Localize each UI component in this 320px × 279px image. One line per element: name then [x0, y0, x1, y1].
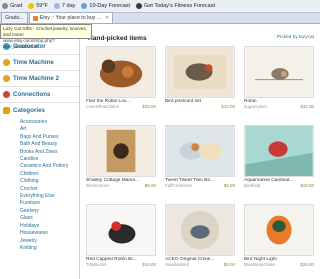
- item-price: $9.00: [144, 183, 156, 188]
- main-content: Hand-picked items Picked by lazycat Flai…: [82, 24, 320, 279]
- close-icon[interactable]: ✕: [105, 15, 109, 21]
- item-shop[interactable]: sugarsyken: [244, 104, 267, 109]
- temperature-label: 59°F: [36, 3, 48, 9]
- tooltip-url: www.etsy.com/shop.php?user_id=5944747: [3, 38, 55, 49]
- clock-icon: [3, 59, 10, 66]
- item-card[interactable]: Shabby Cottage Mama... Bloomstons $9.00: [86, 125, 156, 195]
- category-link[interactable]: Art: [20, 126, 79, 133]
- runner-icon: [136, 3, 143, 9]
- item-price: $16.00: [142, 262, 156, 267]
- item-price: $8.00: [223, 262, 235, 267]
- sidebar-item-categories[interactable]: Categories: [0, 103, 79, 118]
- sidebar-item-label: Connections: [13, 91, 51, 98]
- folder-icon: [3, 107, 10, 114]
- tab-label: Gradu...: [5, 15, 24, 21]
- item-image[interactable]: [165, 125, 235, 177]
- category-link[interactable]: Bags And Purses: [20, 134, 79, 141]
- tab-label: Etsy :: Your place to buy ...: [39, 15, 102, 21]
- item-shop[interactable]: Birdfield: [244, 183, 260, 188]
- item-price: $28.00: [142, 104, 156, 109]
- category-link[interactable]: Housewares: [20, 230, 79, 237]
- item-card[interactable]: Tweet Tweet Twin Bir... FaffCreations $9.…: [165, 125, 235, 195]
- item-shop[interactable]: TillyBooks: [86, 262, 106, 267]
- category-link[interactable]: Holidays: [20, 223, 79, 230]
- heart-icon: [3, 91, 10, 98]
- tab-graduation[interactable]: Gradu...: [1, 12, 28, 23]
- weather-forecast-item[interactable]: 7 day: [53, 3, 76, 9]
- item-shop[interactable]: FaffCreations: [165, 183, 192, 188]
- item-card[interactable]: Aquamarine Cardinal... Birdfield $18.00: [244, 125, 314, 195]
- item-shop[interactable]: BlueBaneGlass: [244, 262, 275, 267]
- sidebar-item-label: Categories: [13, 107, 45, 114]
- category-link[interactable]: Candles: [20, 156, 79, 163]
- category-list: Accessories Art Bags And Purses Bath And…: [0, 118, 79, 252]
- item-shop[interactable]: Bloomstons: [86, 183, 110, 188]
- item-image[interactable]: [244, 125, 314, 177]
- toolbar-item[interactable]: Grad: [2, 3, 22, 9]
- weather-item[interactable]: 59°F: [28, 3, 48, 9]
- item-image[interactable]: [165, 46, 235, 98]
- sidebar-item-connections[interactable]: Connections: [0, 87, 79, 103]
- item-image[interactable]: [244, 46, 314, 98]
- item-image[interactable]: [86, 204, 156, 256]
- sidebar-item-time-machine-2[interactable]: Time Machine 2: [0, 71, 79, 87]
- item-image[interactable]: [165, 204, 235, 256]
- item-price: $28.00: [300, 262, 314, 267]
- item-card[interactable]: Bird postcard set $12.00: [165, 46, 235, 116]
- category-link[interactable]: Everything Else: [20, 193, 79, 200]
- tab-bar: Gradu... Etsy :: Your place to buy ... ✕: [0, 12, 320, 24]
- category-link[interactable]: Geekery: [20, 208, 79, 215]
- item-card[interactable]: Bird Night Light BlueBaneGlass $28.00: [244, 204, 314, 274]
- toolbar-label: Grad: [10, 3, 23, 9]
- fitness-forecast-item[interactable]: Get Today's Fitness Forecast: [136, 3, 215, 9]
- item-card[interactable]: ACEO Original Chine... Swallowbird $8.00: [165, 204, 235, 274]
- clock-icon: [3, 75, 10, 82]
- item-shop[interactable]: Swallowbird: [165, 262, 189, 267]
- item-price: $32.00: [300, 104, 314, 109]
- picked-by-link[interactable]: Picked by lazycat: [277, 35, 314, 42]
- tab-etsy[interactable]: Etsy :: Your place to buy ... ✕: [28, 12, 114, 23]
- item-card[interactable]: Red Capped Robin Br... TillyBooks $16.00: [86, 204, 156, 274]
- category-link[interactable]: Ceramics And Pottery: [20, 163, 79, 170]
- page-title: Hand-picked items: [88, 35, 147, 42]
- category-link[interactable]: Glass: [20, 215, 79, 222]
- sidebar-item-label: Time Machine: [13, 59, 54, 66]
- item-image[interactable]: [86, 125, 156, 177]
- ten-day-label: 10-Day Forecast: [89, 3, 131, 9]
- item-image[interactable]: [86, 46, 156, 98]
- item-card[interactable]: Robin sugarsyken $32.00: [244, 46, 314, 116]
- item-price: $9.00: [223, 183, 235, 188]
- category-link[interactable]: Children: [20, 171, 79, 178]
- item-shop[interactable]: LoveWhatGlides: [86, 104, 119, 109]
- item-grid: Flair the Robin Lov... LoveWhatGlides $28…: [86, 46, 314, 274]
- category-link[interactable]: Clothing: [20, 178, 79, 185]
- category-link[interactable]: Bath And Beauty: [20, 141, 79, 148]
- category-link[interactable]: Jewelry: [20, 238, 79, 245]
- calendar-icon: [81, 3, 88, 9]
- item-card[interactable]: Flair the Robin Lov... LoveWhatGlides $28…: [86, 46, 156, 116]
- cloud-icon: [53, 3, 60, 9]
- item-price: $18.00: [300, 183, 314, 188]
- fitness-label: Get Today's Fitness Forecast: [144, 3, 215, 9]
- category-link[interactable]: Crochet: [20, 186, 79, 193]
- sun-icon: [28, 3, 35, 9]
- sidebar-item-time-machine[interactable]: Time Machine: [0, 55, 79, 71]
- sidebar: Geolocator Time Machine Time Machine 2 C…: [0, 39, 80, 279]
- ten-day-forecast-item[interactable]: 10-Day Forecast: [81, 3, 130, 9]
- sidebar-item-label: Time Machine 2: [13, 75, 59, 82]
- category-link[interactable]: Books And Zines: [20, 149, 79, 156]
- item-price: $12.00: [221, 104, 235, 109]
- tooltip-title: Lazy Cat Gifts - Crochet jewelry, scarve…: [3, 26, 87, 37]
- section-header: Hand-picked items Picked by lazycat: [88, 35, 314, 42]
- category-link[interactable]: Accessories: [20, 119, 79, 126]
- graduation-icon: [2, 3, 8, 9]
- forecast-label: 7 day: [61, 3, 76, 9]
- category-link[interactable]: Knitting: [20, 245, 79, 252]
- etsy-favicon-icon: [32, 15, 38, 21]
- item-image[interactable]: [244, 204, 314, 256]
- category-link[interactable]: Furniture: [20, 200, 79, 207]
- link-tooltip: Lazy Cat Gifts - Crochet jewelry, scarve…: [0, 24, 92, 49]
